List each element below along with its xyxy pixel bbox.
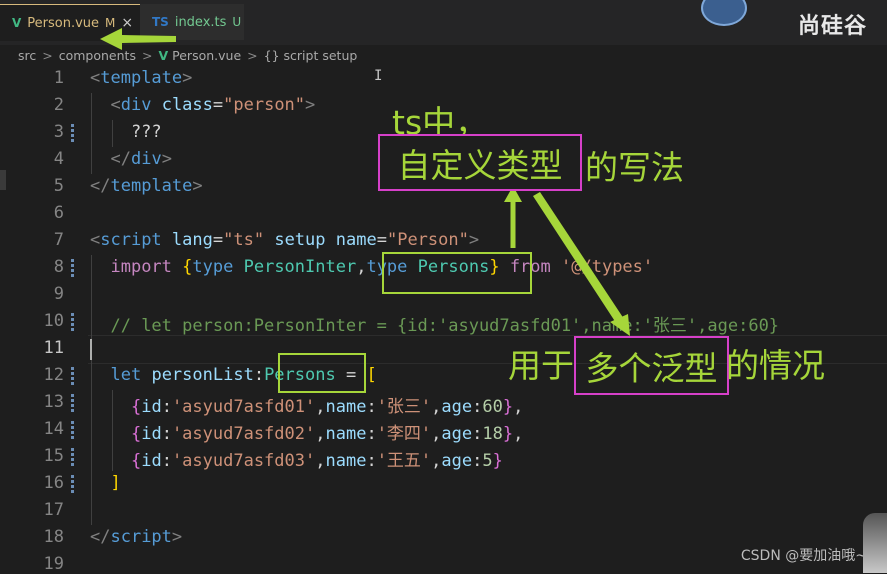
avatar [863,513,887,573]
annotation-situation: 的情况 [726,346,825,385]
annotation-custom-type: 自定义类型 [378,134,582,191]
annotation-used-for: 用于 [508,346,574,385]
watermark: CSDN @要加油哦~ [740,548,867,564]
arrow-annotation-icon [504,186,630,336]
annotation-multi-generic: 多个泛型 [574,336,729,395]
annotation-writing: 的写法 [585,148,684,187]
